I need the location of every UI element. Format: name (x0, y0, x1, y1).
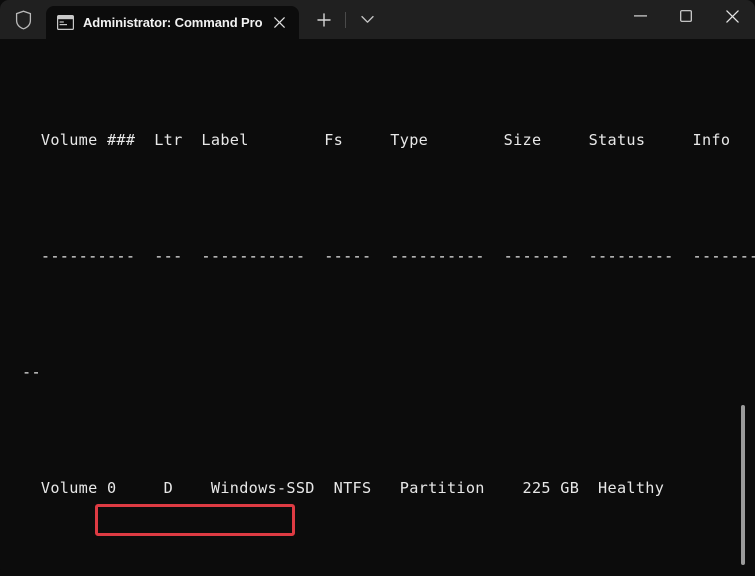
terminal-window: Administrator: Command Pro Volume ### Lt… (0, 0, 755, 576)
close-window-button[interactable] (709, 0, 755, 32)
scrollbar-thumb[interactable] (741, 405, 745, 565)
console-output-area[interactable]: Volume ### Ltr Label Fs Type Size Status… (0, 39, 755, 576)
console-text: Volume ### Ltr Label Fs Type Size Status… (22, 44, 755, 576)
window-controls (617, 0, 755, 39)
toolbar-divider (345, 11, 347, 28)
close-tab-icon[interactable] (268, 12, 290, 34)
tab-title: Administrator: Command Pro (83, 15, 263, 30)
table-header-row: Volume ### Ltr Label Fs Type Size Status… (22, 131, 731, 150)
console-window-icon (57, 15, 75, 31)
chevron-down-icon[interactable] (352, 5, 382, 35)
tab-actions (299, 0, 382, 39)
vertical-scrollbar[interactable] (737, 39, 749, 576)
title-bar: Administrator: Command Pro (0, 0, 755, 39)
shield-icon (0, 0, 46, 39)
minimize-button[interactable] (617, 0, 663, 32)
tab-administrator-command-prompt[interactable]: Administrator: Command Pro (46, 6, 300, 39)
table-separator-row: ---------- --- ----------- ----- -------… (22, 246, 755, 265)
table-separator-wrap: -- (22, 362, 41, 381)
new-tab-button[interactable] (309, 5, 339, 35)
maximize-button[interactable] (663, 0, 709, 32)
tab-strip: Administrator: Command Pro (46, 0, 382, 39)
table-row: Volume 0 D Windows-SSD NTFS Partition 22… (22, 478, 665, 497)
